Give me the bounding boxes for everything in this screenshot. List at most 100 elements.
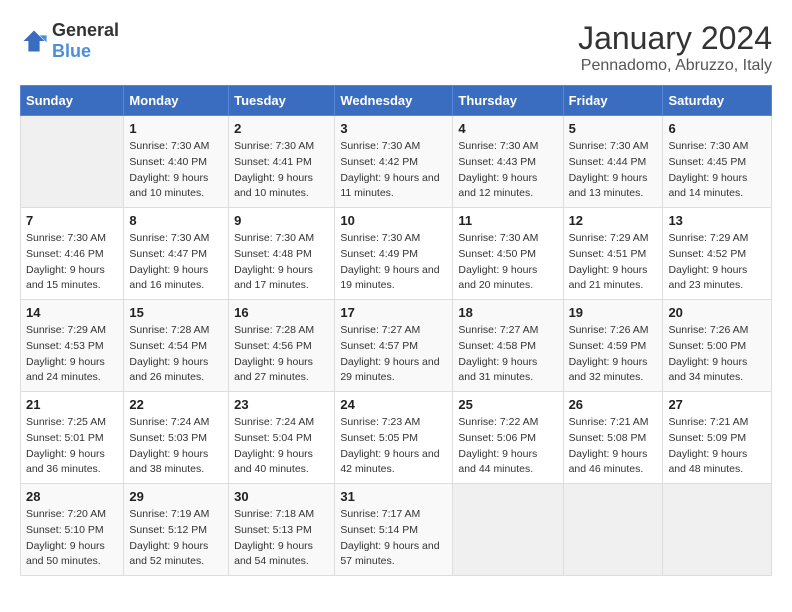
weekday-header: Saturday: [663, 86, 772, 116]
calendar-cell: 20 Sunrise: 7:26 AMSunset: 5:00 PMDayligh…: [663, 300, 772, 392]
calendar-week-row: 1 Sunrise: 7:30 AMSunset: 4:40 PMDaylight…: [21, 116, 772, 208]
day-number: 13: [668, 213, 766, 228]
weekday-header: Wednesday: [335, 86, 453, 116]
day-number: 14: [26, 305, 118, 320]
day-number: 18: [458, 305, 557, 320]
day-number: 1: [129, 121, 223, 136]
calendar-cell: 5 Sunrise: 7:30 AMSunset: 4:44 PMDaylight…: [563, 116, 663, 208]
calendar-cell: [21, 116, 124, 208]
calendar-cell: 10 Sunrise: 7:30 AMSunset: 4:49 PMDayligh…: [335, 208, 453, 300]
calendar-cell: 4Sunrise: 7:30 AMSunset: 4:43 PMDaylight…: [453, 116, 563, 208]
calendar-cell: [453, 484, 563, 576]
calendar-cell: 26 Sunrise: 7:21 AMSunset: 5:08 PMDayligh…: [563, 392, 663, 484]
day-number: 3: [340, 121, 447, 136]
day-number: 19: [569, 305, 658, 320]
calendar-cell: 25 Sunrise: 7:22 AMSunset: 5:06 PMDayligh…: [453, 392, 563, 484]
day-info: Sunrise: 7:28 AMSunset: 4:54 PMDaylight:…: [129, 323, 223, 386]
calendar-week-row: 28Sunrise: 7:20 AMSunset: 5:10 PMDayligh…: [21, 484, 772, 576]
calendar-week-row: 14 Sunrise: 7:29 AMSunset: 4:53 PMDayligh…: [21, 300, 772, 392]
day-info: Sunrise: 7:17 AMSunset: 5:14 PMDaylight:…: [340, 507, 447, 570]
calendar-cell: 22Sunrise: 7:24 AMSunset: 5:03 PMDayligh…: [124, 392, 229, 484]
day-info: Sunrise: 7:21 AMSunset: 5:08 PMDaylight:…: [569, 415, 658, 478]
day-number: 8: [129, 213, 223, 228]
day-info: Sunrise: 7:30 AMSunset: 4:46 PMDaylight:…: [26, 231, 118, 294]
weekday-header: Monday: [124, 86, 229, 116]
calendar-cell: 27 Sunrise: 7:21 AMSunset: 5:09 PMDayligh…: [663, 392, 772, 484]
calendar-cell: 12 Sunrise: 7:29 AMSunset: 4:51 PMDayligh…: [563, 208, 663, 300]
calendar-cell: 7 Sunrise: 7:30 AMSunset: 4:46 PMDaylight…: [21, 208, 124, 300]
day-info: Sunrise: 7:30 AMSunset: 4:40 PMDaylight:…: [129, 139, 223, 202]
calendar-title: January 2024: [578, 20, 772, 57]
weekday-header: Friday: [563, 86, 663, 116]
day-number: 12: [569, 213, 658, 228]
logo: General Blue: [20, 20, 119, 62]
day-info: Sunrise: 7:29 AMSunset: 4:53 PMDaylight:…: [26, 323, 118, 386]
calendar-cell: 18 Sunrise: 7:27 AMSunset: 4:58 PMDayligh…: [453, 300, 563, 392]
day-number: 7: [26, 213, 118, 228]
calendar-cell: 30 Sunrise: 7:18 AMSunset: 5:13 PMDayligh…: [229, 484, 335, 576]
day-info: Sunrise: 7:26 AMSunset: 4:59 PMDaylight:…: [569, 323, 658, 386]
day-info: Sunrise: 7:30 AMSunset: 4:44 PMDaylight:…: [569, 139, 658, 202]
calendar-subtitle: Pennadomo, Abruzzo, Italy: [578, 57, 772, 75]
day-info: Sunrise: 7:21 AMSunset: 5:09 PMDaylight:…: [668, 415, 766, 478]
calendar-cell: 23 Sunrise: 7:24 AMSunset: 5:04 PMDayligh…: [229, 392, 335, 484]
weekday-header: Thursday: [453, 86, 563, 116]
day-info: Sunrise: 7:28 AMSunset: 4:56 PMDaylight:…: [234, 323, 329, 386]
calendar-cell: 6 Sunrise: 7:30 AMSunset: 4:45 PMDaylight…: [663, 116, 772, 208]
logo-icon: [20, 27, 48, 55]
day-info: Sunrise: 7:27 AMSunset: 4:57 PMDaylight:…: [340, 323, 447, 386]
day-number: 29: [129, 489, 223, 504]
day-number: 10: [340, 213, 447, 228]
day-info: Sunrise: 7:30 AMSunset: 4:50 PMDaylight:…: [458, 231, 557, 294]
day-number: 6: [668, 121, 766, 136]
day-info: Sunrise: 7:19 AMSunset: 5:12 PMDaylight:…: [129, 507, 223, 570]
day-number: 4: [458, 121, 557, 136]
calendar-cell: [563, 484, 663, 576]
calendar-table: SundayMondayTuesdayWednesdayThursdayFrid…: [20, 85, 772, 576]
calendar-cell: 3Sunrise: 7:30 AMSunset: 4:42 PMDaylight…: [335, 116, 453, 208]
day-info: Sunrise: 7:29 AMSunset: 4:51 PMDaylight:…: [569, 231, 658, 294]
weekday-header: Tuesday: [229, 86, 335, 116]
day-number: 9: [234, 213, 329, 228]
calendar-week-row: 21Sunrise: 7:25 AMSunset: 5:01 PMDayligh…: [21, 392, 772, 484]
calendar-cell: 31 Sunrise: 7:17 AMSunset: 5:14 PMDayligh…: [335, 484, 453, 576]
day-info: Sunrise: 7:30 AMSunset: 4:41 PMDaylight:…: [234, 139, 329, 202]
logo-text: General Blue: [52, 20, 119, 62]
day-number: 27: [668, 397, 766, 412]
calendar-cell: 29 Sunrise: 7:19 AMSunset: 5:12 PMDayligh…: [124, 484, 229, 576]
day-number: 31: [340, 489, 447, 504]
day-info: Sunrise: 7:23 AMSunset: 5:05 PMDaylight:…: [340, 415, 447, 478]
day-number: 16: [234, 305, 329, 320]
day-info: Sunrise: 7:25 AMSunset: 5:01 PMDaylight:…: [26, 415, 118, 478]
day-number: 2: [234, 121, 329, 136]
calendar-cell: 11Sunrise: 7:30 AMSunset: 4:50 PMDayligh…: [453, 208, 563, 300]
day-number: 24: [340, 397, 447, 412]
day-info: Sunrise: 7:26 AMSunset: 5:00 PMDaylight:…: [668, 323, 766, 386]
day-info: Sunrise: 7:18 AMSunset: 5:13 PMDaylight:…: [234, 507, 329, 570]
day-info: Sunrise: 7:24 AMSunset: 5:03 PMDaylight:…: [129, 415, 223, 478]
day-number: 20: [668, 305, 766, 320]
weekday-header-row: SundayMondayTuesdayWednesdayThursdayFrid…: [21, 86, 772, 116]
day-number: 30: [234, 489, 329, 504]
calendar-cell: 16 Sunrise: 7:28 AMSunset: 4:56 PMDayligh…: [229, 300, 335, 392]
day-info: Sunrise: 7:20 AMSunset: 5:10 PMDaylight:…: [26, 507, 118, 570]
calendar-cell: 24 Sunrise: 7:23 AMSunset: 5:05 PMDayligh…: [335, 392, 453, 484]
calendar-cell: 14 Sunrise: 7:29 AMSunset: 4:53 PMDayligh…: [21, 300, 124, 392]
calendar-week-row: 7 Sunrise: 7:30 AMSunset: 4:46 PMDaylight…: [21, 208, 772, 300]
day-number: 23: [234, 397, 329, 412]
weekday-header: Sunday: [21, 86, 124, 116]
day-info: Sunrise: 7:30 AMSunset: 4:48 PMDaylight:…: [234, 231, 329, 294]
day-info: Sunrise: 7:24 AMSunset: 5:04 PMDaylight:…: [234, 415, 329, 478]
page-header: General Blue January 2024 Pennadomo, Abr…: [20, 20, 772, 75]
day-info: Sunrise: 7:30 AMSunset: 4:45 PMDaylight:…: [668, 139, 766, 202]
day-number: 26: [569, 397, 658, 412]
calendar-cell: 9 Sunrise: 7:30 AMSunset: 4:48 PMDaylight…: [229, 208, 335, 300]
calendar-cell: 8 Sunrise: 7:30 AMSunset: 4:47 PMDaylight…: [124, 208, 229, 300]
day-info: Sunrise: 7:27 AMSunset: 4:58 PMDaylight:…: [458, 323, 557, 386]
day-info: Sunrise: 7:22 AMSunset: 5:06 PMDaylight:…: [458, 415, 557, 478]
day-number: 5: [569, 121, 658, 136]
day-number: 25: [458, 397, 557, 412]
day-info: Sunrise: 7:30 AMSunset: 4:49 PMDaylight:…: [340, 231, 447, 294]
calendar-cell: [663, 484, 772, 576]
day-info: Sunrise: 7:30 AMSunset: 4:47 PMDaylight:…: [129, 231, 223, 294]
